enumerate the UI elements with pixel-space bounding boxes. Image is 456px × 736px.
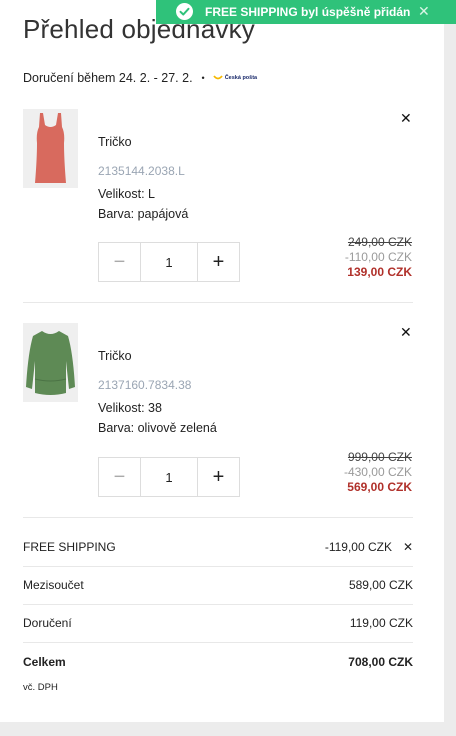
total-label: Celkem	[23, 655, 66, 669]
horn-icon	[213, 74, 223, 79]
product-name[interactable]: Tričko	[98, 135, 132, 149]
close-icon: ✕	[400, 110, 412, 126]
divider	[23, 302, 413, 303]
quantity-stepper: − 1 +	[98, 457, 240, 497]
price-block: 999,00 CZK -430,00 CZK 569,00 CZK	[344, 450, 412, 495]
vat-note: vč. DPH	[23, 682, 58, 693]
final-price: 569,00 CZK	[347, 480, 412, 494]
remove-voucher-button[interactable]: ✕	[403, 540, 413, 554]
divider	[23, 517, 413, 518]
free-shipping-value: -119,00 CZK	[324, 540, 392, 554]
green-top-image	[26, 331, 75, 395]
tank-top-image	[35, 113, 66, 183]
delivery-info: Doručení během 24. 2. - 27. 2. • Česká p…	[23, 71, 257, 85]
quantity-value[interactable]: 1	[140, 243, 198, 281]
order-summary-panel: Přehled objednávky Doručení během 24. 2.…	[0, 0, 444, 722]
increase-quantity-button[interactable]: +	[198, 243, 239, 281]
delivery-label: Doručení	[23, 616, 72, 630]
original-price: 249,00 CZK	[347, 235, 412, 249]
decrease-quantity-button[interactable]: −	[99, 243, 140, 281]
discount-amount: -110,00 CZK	[344, 250, 412, 264]
close-icon: ✕	[402, 540, 413, 554]
product-color: Barva: papájová	[98, 207, 189, 221]
total-value: 708,00 CZK	[348, 655, 413, 669]
separator-dot: •	[201, 73, 205, 83]
check-icon	[176, 3, 193, 20]
quantity-value[interactable]: 1	[140, 458, 198, 496]
success-toast: FREE SHIPPING byl úspěšně přidán ✕	[156, 0, 456, 24]
carrier-logo-text: Česká pošta	[224, 75, 258, 81]
delivery-dates: Doručení během 24. 2. - 27. 2.	[23, 71, 193, 85]
price-block: 249,00 CZK -110,00 CZK 139,00 CZK	[345, 235, 412, 280]
product-size: Velikost: L	[98, 187, 155, 201]
carrier-logo: Česká pošta	[213, 74, 258, 82]
remove-item-button[interactable]: ✕	[400, 110, 412, 127]
discount-amount: -430,00 CZK	[343, 465, 412, 479]
subtotal-value: 589,00 CZK	[348, 578, 413, 592]
product-sku: 2135144.2038.L	[98, 164, 185, 178]
close-icon[interactable]: ✕	[418, 3, 430, 20]
divider	[23, 604, 413, 605]
remove-item-button[interactable]: ✕	[400, 324, 412, 341]
close-icon: ✕	[400, 324, 412, 340]
product-image[interactable]	[23, 109, 78, 188]
product-name[interactable]: Tričko	[98, 349, 132, 363]
free-shipping-label: FREE SHIPPING	[23, 540, 116, 554]
quantity-stepper: − 1 +	[98, 242, 240, 282]
product-sku: 2137160.7834.38	[98, 378, 192, 392]
original-price: 999,00 CZK	[347, 450, 412, 464]
product-size: Velikost: 38	[98, 401, 162, 415]
delivery-value: 119,00 CZK	[349, 616, 413, 630]
product-image[interactable]	[23, 323, 78, 402]
decrease-quantity-button[interactable]: −	[99, 458, 140, 496]
divider	[23, 642, 413, 643]
final-price: 139,00 CZK	[347, 265, 412, 279]
divider	[23, 566, 413, 567]
increase-quantity-button[interactable]: +	[198, 458, 239, 496]
subtotal-label: Mezisoučet	[23, 578, 84, 592]
toast-message: FREE SHIPPING byl úspěšně přidán	[205, 5, 411, 19]
product-color: Barva: olivově zelená	[98, 421, 217, 435]
